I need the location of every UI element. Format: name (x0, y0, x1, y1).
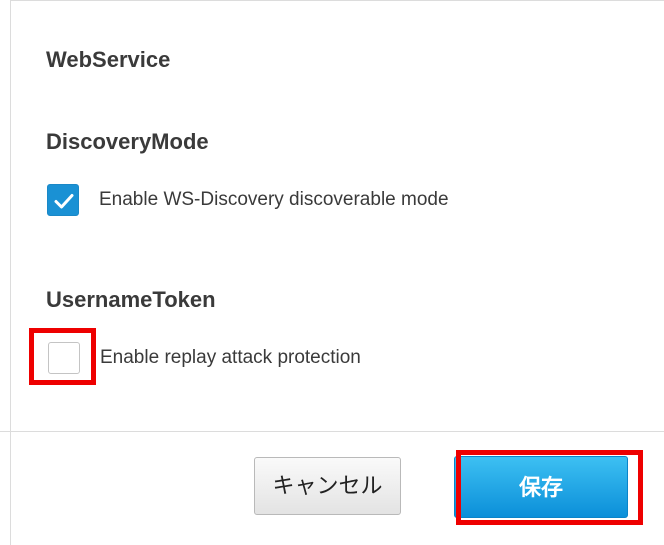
cancel-button[interactable]: キャンセル (254, 457, 401, 515)
footer-divider (0, 431, 664, 432)
checkmark-icon (54, 194, 74, 209)
save-button[interactable]: 保存 (454, 456, 628, 518)
replay-protection-checkbox[interactable] (48, 342, 80, 374)
replay-protection-label[interactable]: Enable replay attack protection (100, 347, 361, 369)
webservice-heading: WebService (46, 47, 171, 72)
ws-discovery-label[interactable]: Enable WS-Discovery discoverable mode (99, 189, 449, 211)
username-token-heading: UsernameToken (46, 287, 216, 312)
ws-discovery-checkbox[interactable] (47, 184, 79, 216)
discovery-mode-heading: DiscoveryMode (46, 129, 209, 154)
